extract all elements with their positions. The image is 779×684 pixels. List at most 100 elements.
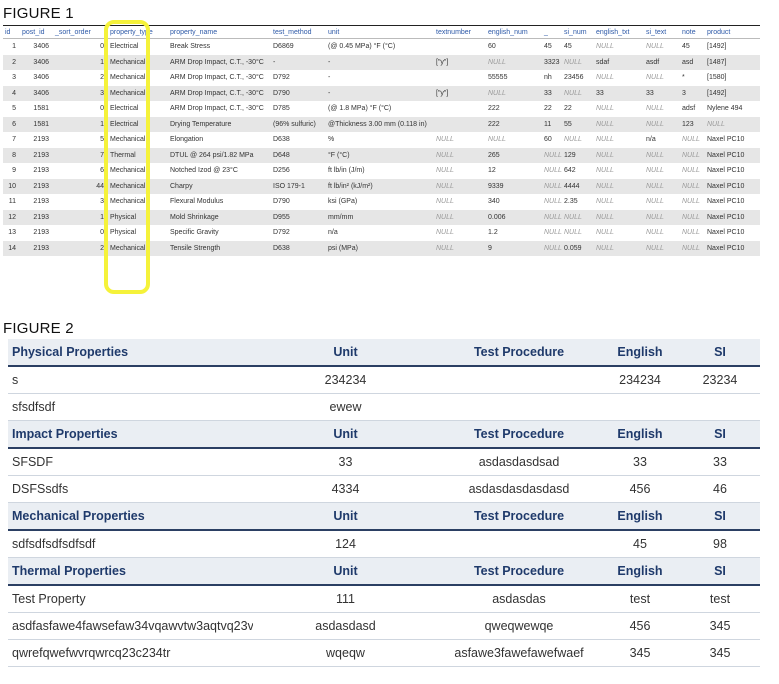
table-row[interactable]: 11 2193 3 Mechanical Flexural Modulus D790 ksi… — [3, 194, 760, 210]
table-cell: 22 — [542, 101, 562, 117]
property-value — [438, 530, 600, 558]
column-header: Unit — [253, 420, 438, 449]
table-cell: DTUL @ 264 psi/1.82 MPa — [168, 147, 271, 163]
column-header: Unit — [253, 557, 438, 586]
table-row[interactable]: 1 3406 0 Electrical Break Stress D6869 (@ 0.45… — [3, 38, 760, 55]
column-header-blank[interactable]: _ — [542, 26, 562, 39]
table-cell: 2 — [53, 70, 108, 86]
column-header-si-num[interactable]: si_num — [562, 26, 594, 39]
table-cell: Mold Shrinkage — [168, 209, 271, 225]
table-cell: D792 — [271, 225, 326, 241]
table-cell: NULL — [562, 209, 594, 225]
column-header-property-name[interactable]: property_name — [168, 26, 271, 39]
table-cell — [434, 101, 486, 117]
table-cell: NULL — [434, 194, 486, 210]
column-header-english-num[interactable]: english_num — [486, 26, 542, 39]
table-row[interactable]: 10 2193 44 Mechanical Charpy ISO 179-1 ft lb/i… — [3, 178, 760, 194]
property-row: qwrefqwefwvrqwrcq23c234tr wqeqw asfawe3faw… — [8, 639, 760, 667]
table-cell: 1581 — [20, 116, 53, 132]
table-cell: NULL — [680, 163, 705, 179]
database-table: id post_id _sort_order property_type propert… — [3, 26, 760, 256]
column-header-product[interactable]: product — [705, 26, 760, 39]
table-cell: ["y"] — [434, 85, 486, 101]
property-value — [438, 366, 600, 394]
table-row[interactable]: 4 3406 3 Mechanical ARM Drop Impact, C.T., -… — [3, 85, 760, 101]
table-cell: 3 — [680, 85, 705, 101]
table-cell — [434, 70, 486, 86]
table-cell: 265 — [486, 147, 542, 163]
column-header-post-id[interactable]: post_id — [20, 26, 53, 39]
table-cell: Mechanical — [108, 70, 168, 86]
table-row[interactable]: 8 2193 7 Thermal DTUL @ 264 psi/1.82 MPa D648… — [3, 147, 760, 163]
table-cell: NULL — [594, 240, 644, 256]
column-header-textnumber[interactable]: textnumber — [434, 26, 486, 39]
column-header-english-txt[interactable]: english_txt — [594, 26, 644, 39]
property-value: asfawe3fawefawefwaef — [438, 639, 600, 667]
properties-body: Physical Properties Unit Test Procedure Eng… — [8, 339, 760, 667]
table-cell: 3 — [53, 194, 108, 210]
table-cell: D785 — [271, 101, 326, 117]
table-cell: NULL — [644, 70, 680, 86]
table-cell: NULL — [594, 147, 644, 163]
database-body: 1 3406 0 Electrical Break Stress D6869 (@ 0.45… — [3, 38, 760, 256]
property-value: 23234 — [680, 366, 760, 394]
table-cell: Tensile Strength — [168, 240, 271, 256]
table-cell: 2193 — [20, 225, 53, 241]
column-header: SI — [680, 339, 760, 367]
property-value: 456 — [600, 612, 680, 640]
property-value: wqeqw — [253, 639, 438, 667]
section-header-row: Impact Properties Unit Test Procedure Engli… — [8, 420, 760, 449]
table-cell: D638 — [271, 132, 326, 148]
table-cell: % — [326, 132, 434, 148]
property-value: asdasdas — [438, 585, 600, 613]
table-cell: 222 — [486, 116, 542, 132]
column-header-sort-order[interactable]: _sort_order — [53, 26, 108, 39]
table-cell: [1492] — [705, 85, 760, 101]
property-value: ewew — [253, 393, 438, 421]
property-value: 46 — [680, 475, 760, 503]
column-header-id[interactable]: id — [3, 26, 20, 39]
figure-2-label: FIGURE 2 — [3, 320, 74, 337]
table-cell: Naxel PC10 — [705, 194, 760, 210]
property-name: asdfasfawe4fawsefaw34vqawvtw3aqtvq23vtq2… — [8, 612, 253, 640]
table-row[interactable]: 5 1581 0 Electrical ARM Drop Impact, C.T., -… — [3, 101, 760, 117]
table-cell: 12 — [3, 209, 20, 225]
column-header-property-type[interactable]: property_type — [108, 26, 168, 39]
database-table-panel: id post_id _sort_order property_type propert… — [3, 25, 760, 256]
table-cell: NULL — [562, 225, 594, 241]
column-header-test-method[interactable]: test_method — [271, 26, 326, 39]
table-row[interactable]: 12 2193 1 Physical Mold Shrinkage D955 mm/mm NU… — [3, 209, 760, 225]
table-row[interactable]: 6 1581 1 Electrical Drying Temperature (96% s… — [3, 116, 760, 132]
table-row[interactable]: 9 2193 6 Mechanical Notched Izod @ 23°C D256 f… — [3, 163, 760, 179]
table-row[interactable]: 7 2193 5 Mechanical Elongation D638% NULL NULL 6… — [3, 132, 760, 148]
table-cell: NULL — [594, 101, 644, 117]
table-cell: NULL — [644, 101, 680, 117]
table-cell: Naxel PC10 — [705, 132, 760, 148]
table-cell: Mechanical — [108, 85, 168, 101]
table-cell: 23456 — [562, 70, 594, 86]
table-cell: ["y"] — [434, 54, 486, 70]
table-cell: NULL — [434, 209, 486, 225]
database-header-row: id post_id _sort_order property_type propert… — [3, 26, 760, 39]
property-name: s — [8, 366, 253, 394]
table-row[interactable]: 14 2193 2 Mechanical Tensile Strength D638 psi… — [3, 240, 760, 256]
section-title: Mechanical Properties — [8, 502, 253, 531]
table-row[interactable]: 3 3406 2 Mechanical ARM Drop Impact, C.T., -… — [3, 70, 760, 86]
column-header-si-text[interactable]: si_text — [644, 26, 680, 39]
table-cell: Charpy — [168, 178, 271, 194]
table-cell: NULL — [594, 163, 644, 179]
property-value: asdasdasd — [253, 612, 438, 640]
table-cell: 3406 — [20, 38, 53, 55]
property-value: 45 — [600, 530, 680, 558]
column-header-unit[interactable]: unit — [326, 26, 434, 39]
table-cell: 1 — [53, 209, 108, 225]
column-header-note[interactable]: note — [680, 26, 705, 39]
property-name: qwrefqwefwvrqwrcq23c234tr — [8, 639, 253, 667]
column-header: Test Procedure — [438, 420, 600, 449]
property-value: 33 — [600, 448, 680, 476]
figure-1-label: FIGURE 1 — [3, 5, 74, 22]
section-title: Impact Properties — [8, 420, 253, 449]
table-row[interactable]: 13 2193 0 Physical Specific Gravity D792 n/a NU… — [3, 225, 760, 241]
table-row[interactable]: 2 3406 1 Mechanical ARM Drop Impact, C.T., -… — [3, 54, 760, 70]
table-cell: NULL — [434, 147, 486, 163]
